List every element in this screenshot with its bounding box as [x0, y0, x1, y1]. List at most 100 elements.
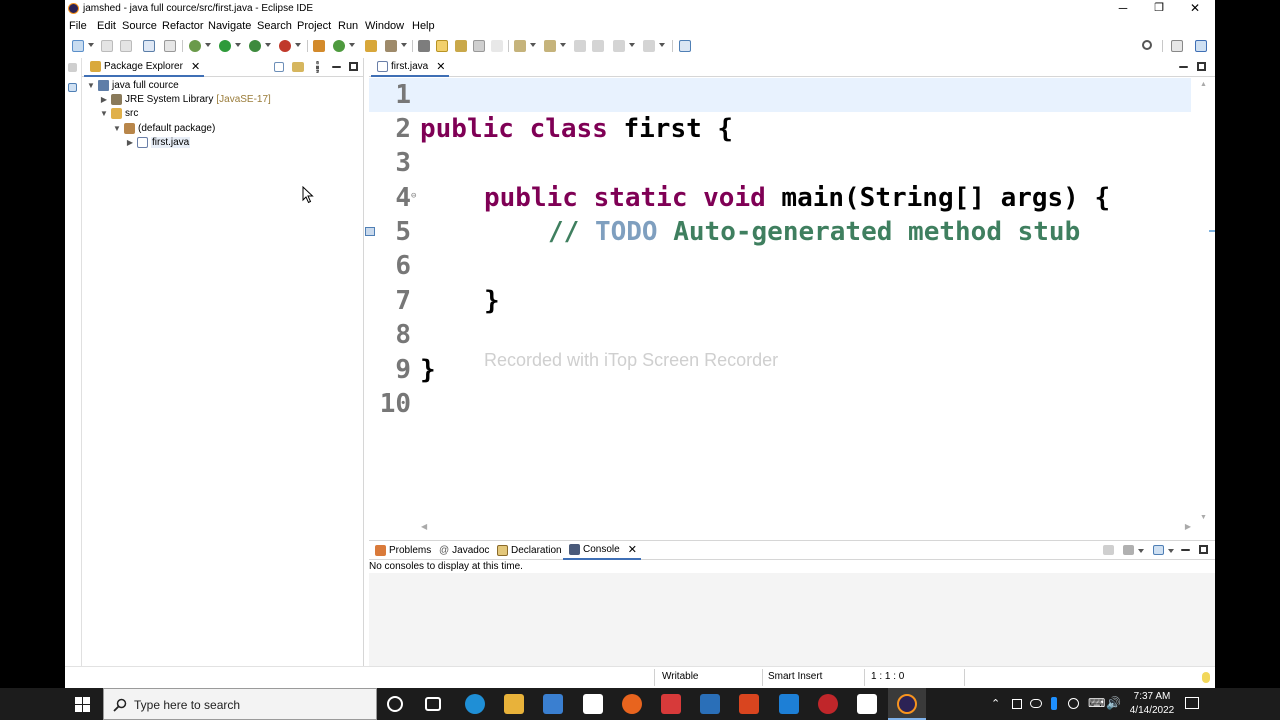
minimize-button[interactable]: ─ — [1105, 0, 1141, 18]
code-line[interactable]: 1 — [369, 78, 1191, 112]
code-line[interactable]: 2 public class first { — [369, 112, 1191, 146]
tip-lightbulb-icon[interactable] — [1202, 672, 1210, 683]
restore-button[interactable]: ❐ — [1141, 0, 1177, 18]
task-marker-icon[interactable] — [365, 227, 375, 236]
new-java-class-icon[interactable] — [333, 40, 345, 52]
app-icon[interactable] — [700, 694, 720, 714]
minimize-view-icon[interactable] — [332, 66, 341, 68]
open-perspective-icon[interactable] — [1171, 40, 1183, 52]
scroll-down-icon[interactable]: ▼ — [1200, 514, 1207, 521]
collapse-all-icon[interactable] — [274, 62, 284, 72]
tree-item-default-package[interactable]: ▼ (default package) — [112, 121, 215, 135]
menu-help[interactable]: Help — [412, 20, 435, 32]
menu-file[interactable]: File — [69, 20, 87, 32]
tab-package-explorer[interactable]: Package Explorer ✕ — [84, 58, 205, 77]
menu-edit[interactable]: Edit — [97, 20, 116, 32]
coverage-icon[interactable] — [249, 40, 261, 52]
external-tools-dropdown-icon[interactable] — [295, 43, 301, 47]
save-all-icon[interactable] — [120, 40, 132, 52]
tree-item-first-java[interactable]: ▶ first.java — [125, 135, 191, 149]
external-tools-icon[interactable] — [279, 40, 291, 52]
maximize-view-icon[interactable] — [349, 62, 358, 71]
code-line[interactable]: 4 ⊖ public static void main(String[] arg… — [369, 181, 1191, 215]
microsoft-store-icon[interactable] — [543, 694, 563, 714]
close-icon[interactable]: ✕ — [628, 543, 637, 556]
taskbar-search-box[interactable]: Type here to search — [103, 688, 377, 720]
pin-editor-icon[interactable] — [679, 40, 691, 52]
new-icon[interactable] — [72, 40, 84, 52]
save-icon[interactable] — [101, 40, 113, 52]
open-console-dropdown-icon[interactable] — [1168, 549, 1174, 553]
code-line[interactable]: 3 — [369, 146, 1191, 180]
view-menu-icon[interactable] — [316, 61, 319, 73]
tab-declaration[interactable]: Declaration — [491, 541, 566, 560]
language-icon[interactable]: ⌨ — [1088, 696, 1105, 710]
task-view-icon[interactable] — [425, 697, 441, 711]
status-cursor-position[interactable]: 1 : 1 : 0 — [871, 671, 904, 682]
bluetooth-icon[interactable] — [1051, 697, 1057, 710]
mail-icon[interactable] — [583, 694, 603, 714]
onedrive-icon[interactable] — [1030, 699, 1042, 708]
display-console-icon[interactable] — [1123, 545, 1134, 555]
scroll-up-icon[interactable]: ▲ — [1200, 81, 1207, 88]
open-type-icon[interactable] — [365, 40, 377, 52]
restore-view-icon[interactable] — [68, 63, 77, 72]
menu-run[interactable]: Run — [338, 20, 358, 32]
overview-ruler-marker[interactable] — [1209, 230, 1215, 232]
tree-item-project[interactable]: ▼ java full cource — [86, 78, 179, 92]
java-perspective-icon[interactable] — [1195, 40, 1207, 52]
network-icon[interactable] — [1068, 698, 1079, 709]
video-editor-icon[interactable] — [857, 694, 877, 714]
close-button[interactable]: ✕ — [1177, 0, 1213, 18]
forward-history-icon[interactable] — [592, 40, 604, 52]
eclipse-taskbar-button[interactable] — [888, 688, 926, 720]
clock-date[interactable]: 4/14/2022 — [1126, 705, 1178, 716]
pin-console-icon[interactable] — [1103, 545, 1114, 555]
scroll-right-icon[interactable]: ▶ — [1185, 522, 1191, 531]
status-insert-mode[interactable]: Smart Insert — [768, 671, 822, 682]
file-explorer-icon[interactable] — [504, 694, 524, 714]
mark-occurrences-icon[interactable] — [436, 40, 448, 52]
cortana-icon[interactable] — [387, 696, 403, 712]
tab-first-java[interactable]: first.java ✕ — [371, 58, 450, 77]
notifications-icon[interactable] — [1185, 697, 1199, 709]
office-icon[interactable] — [739, 694, 759, 714]
maximize-editor-icon[interactable] — [1197, 62, 1206, 71]
code-area[interactable]: 1 2 public class first { 3 4 ⊖ public st… — [365, 78, 1191, 523]
next-annotation-icon[interactable] — [514, 40, 526, 52]
scroll-left-icon[interactable]: ◀ — [421, 522, 427, 531]
menu-source[interactable]: Source — [122, 20, 157, 32]
new-class-dropdown-icon[interactable] — [349, 43, 355, 47]
code-line[interactable]: 10 — [369, 387, 1191, 421]
back-dropdown-icon[interactable] — [629, 43, 635, 47]
app-icon[interactable] — [779, 694, 799, 714]
tab-console[interactable]: Console ✕ — [563, 541, 641, 560]
run-icon[interactable] — [219, 40, 231, 52]
search-tool-icon[interactable] — [385, 40, 397, 52]
coverage-dropdown-icon[interactable] — [265, 43, 271, 47]
run-dropdown-icon[interactable] — [235, 43, 241, 47]
menu-project[interactable]: Project — [297, 20, 331, 32]
skip-breakpoints-icon[interactable] — [164, 40, 176, 52]
fold-icon[interactable]: ⊖ — [411, 191, 416, 201]
chevron-up-icon[interactable]: ⌃ — [991, 697, 1000, 710]
tree-item-src[interactable]: ▼ src — [99, 106, 138, 120]
tab-javadoc[interactable]: @ Javadoc — [435, 541, 493, 560]
minimize-panel-icon[interactable] — [1181, 549, 1190, 551]
chevron-down-icon[interactable]: ▼ — [112, 124, 122, 133]
editor-vertical-scrollbar[interactable]: ▲ ▼ — [1193, 78, 1215, 523]
toggle-breadcrumb-icon[interactable] — [418, 40, 430, 52]
code-line[interactable]: 6 — [369, 249, 1191, 283]
code-line[interactable]: 8 — [369, 318, 1191, 352]
menu-navigate[interactable]: Navigate — [208, 20, 251, 32]
screen-recorder-icon[interactable] — [818, 694, 838, 714]
word-wrap-icon[interactable] — [473, 40, 485, 52]
close-icon[interactable]: ✕ — [191, 60, 200, 73]
code-line[interactable]: 5 // TODO Auto-generated method stub — [365, 215, 1191, 249]
chevron-down-icon[interactable]: ▼ — [86, 81, 96, 90]
minimized-view-icon[interactable] — [68, 83, 77, 92]
console-body[interactable] — [369, 573, 1215, 666]
show-whitespace-icon[interactable] — [491, 40, 503, 52]
code-line[interactable]: 7 } — [369, 284, 1191, 318]
photo-app-icon[interactable] — [661, 694, 681, 714]
